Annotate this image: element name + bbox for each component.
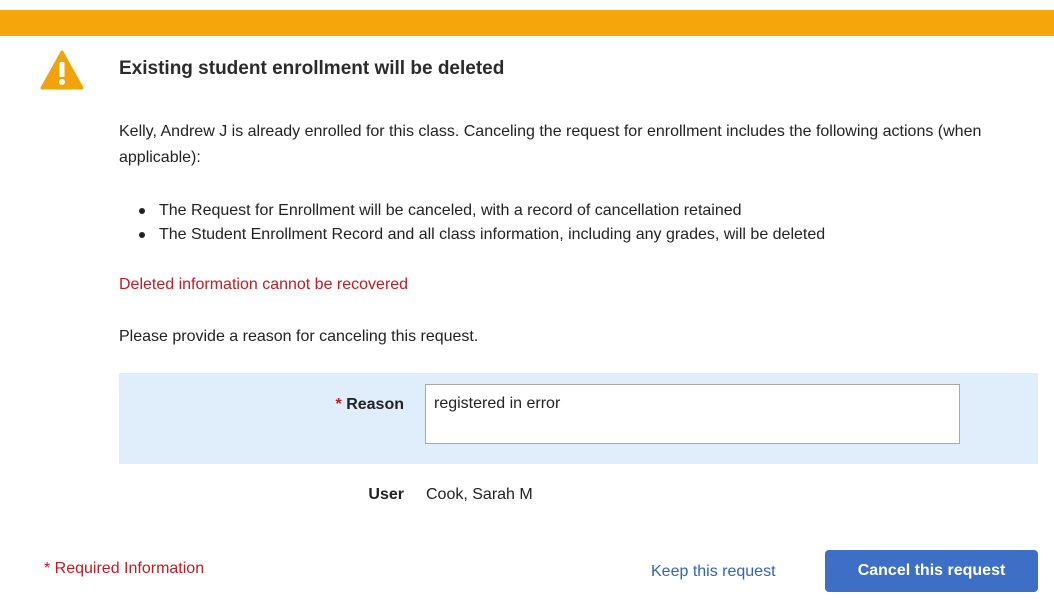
action-item-cancel-request: The Request for Enrollment will be cance… [138, 199, 825, 223]
reason-label-text: Reason [346, 396, 404, 413]
action-list: The Request for Enrollment will be cance… [119, 199, 825, 247]
user-value: Cook, Sarah M [426, 486, 533, 503]
warning-exclamation-dot [59, 79, 65, 85]
warning-banner [0, 10, 1054, 36]
dialog-title: Existing student enrollment will be dele… [119, 58, 505, 79]
reason-prompt: Please provide a reason for canceling th… [119, 328, 479, 345]
action-item-delete-record: The Student Enrollment Record and all cl… [138, 223, 825, 247]
user-label: User [368, 486, 404, 503]
warning-triangle-icon [40, 50, 84, 90]
cancel-request-button[interactable]: Cancel this request [825, 550, 1038, 592]
keep-request-link[interactable]: Keep this request [651, 563, 776, 581]
deletion-warning: Deleted information cannot be recovered [119, 276, 409, 293]
reason-input[interactable]: registered in error [425, 384, 960, 444]
required-information-note: * Required Information [44, 560, 205, 577]
warning-exclamation-bar [59, 62, 65, 77]
required-marker: * [335, 396, 342, 413]
reason-label: * Reason [336, 396, 404, 414]
intro-text: Kelly, Andrew J is already enrolled for … [119, 123, 982, 166]
cancel-enrollment-dialog: Existing student enrollment will be dele… [0, 0, 1054, 600]
